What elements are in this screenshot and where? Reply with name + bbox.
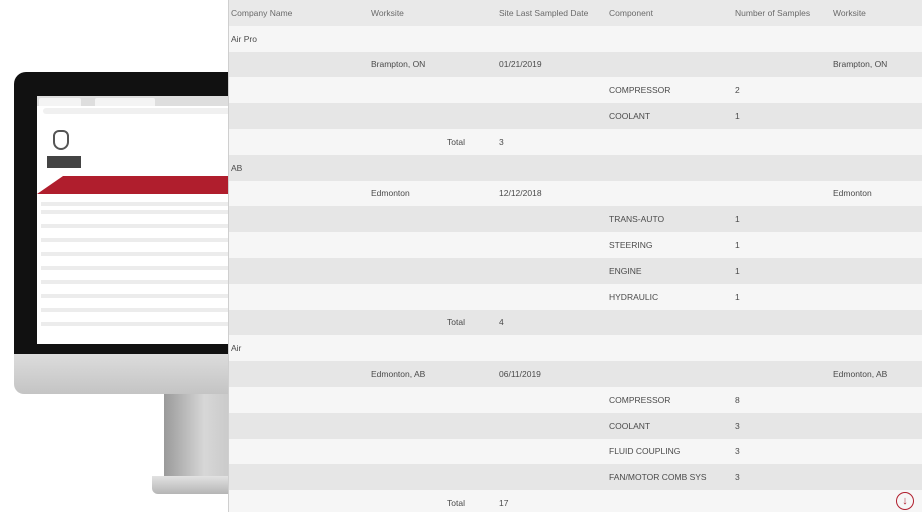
component-name-cell: STEERING <box>609 240 653 251</box>
mini-browser-tab <box>39 98 81 106</box>
total-value-cell: 4 <box>499 317 504 328</box>
worksite-cell-2: Brampton, ON <box>833 59 888 70</box>
monitor-chin <box>14 354 254 394</box>
monitor-screen-preview <box>37 96 254 344</box>
table-header-row: Company Name Worksite Site Last Sampled … <box>229 0 922 26</box>
company-row: Air <box>229 335 922 362</box>
download-icon[interactable]: ↓ <box>896 492 914 510</box>
mini-table-row <box>41 294 250 298</box>
total-value-cell: 3 <box>499 136 504 147</box>
component-name-cell: COMPRESSOR <box>609 394 671 405</box>
sample-count-cell: 1 <box>735 265 740 276</box>
sample-count-cell: 3 <box>735 446 740 457</box>
logo-wordmark <box>47 156 81 168</box>
total-row: Total 4 <box>229 309 922 336</box>
mini-browser-tab <box>95 98 155 106</box>
component-row: COOLANT 3 <box>229 412 922 439</box>
worksite-row: Edmonton, AB 06/11/2019 Edmonton, AB <box>229 361 922 387</box>
total-label-cell: Total <box>447 136 465 147</box>
company-row: AB <box>229 154 922 181</box>
component-row: TRANS-AUTO 1 <box>229 206 922 233</box>
component-name-cell: ENGINE <box>609 265 642 276</box>
brand-banner <box>37 176 254 194</box>
sample-count-cell: 2 <box>735 85 740 96</box>
monitor-mockup <box>14 72 254 512</box>
worksite-row: Edmonton 12/12/2018 Edmonton <box>229 180 922 207</box>
mini-table-row <box>41 202 250 206</box>
worksite-cell: Edmonton, AB <box>371 369 426 380</box>
component-row: COMPRESSOR 2 <box>229 77 922 104</box>
component-row: STEERING 1 <box>229 232 922 258</box>
sample-count-cell: 1 <box>735 291 740 302</box>
component-row: ENGINE 1 <box>229 257 922 284</box>
worksite-cell-2: Edmonton <box>833 188 872 199</box>
component-row: HYDRAULIC 1 <box>229 283 922 310</box>
mini-table-row <box>41 322 250 326</box>
sample-count-cell: 3 <box>735 472 740 483</box>
total-label-cell: Total <box>447 498 465 509</box>
worksite-row: Brampton, ON 01/21/2019 Brampton, ON <box>229 51 922 78</box>
mini-table-row <box>41 266 250 270</box>
mini-table-row <box>41 308 250 312</box>
sample-count-cell: 3 <box>735 420 740 431</box>
sample-date-cell: 06/11/2019 <box>499 369 541 380</box>
total-value-cell: 17 <box>499 498 509 509</box>
component-row: FLUID COUPLING 3 <box>229 438 922 465</box>
component-name-cell: FAN/MOTOR COMB SYS <box>609 472 707 483</box>
sample-date-cell: 12/12/2018 <box>499 188 542 199</box>
mini-table-row <box>41 238 250 242</box>
component-row: COMPRESSOR 8 <box>229 386 922 413</box>
company-name-cell: Air Pro <box>231 33 257 44</box>
company-name-cell: Air <box>231 343 242 354</box>
mini-table-row <box>41 210 250 214</box>
component-name-cell: COOLANT <box>609 111 651 122</box>
component-row: COOLANT 1 <box>229 103 922 129</box>
samples-table: Company Name Worksite Site Last Sampled … <box>228 0 922 512</box>
column-header-company[interactable]: Company Name <box>231 0 292 26</box>
company-row: Air Pro <box>229 25 922 52</box>
column-header-count[interactable]: Number of Samples <box>735 0 810 26</box>
column-header-date[interactable]: Site Last Sampled Date <box>499 0 588 26</box>
company-name-cell: AB <box>231 162 243 173</box>
mini-table-row <box>41 280 250 284</box>
column-header-component[interactable]: Component <box>609 0 653 26</box>
component-name-cell: COOLANT <box>609 420 651 431</box>
sample-count-cell: 8 <box>735 394 740 405</box>
mini-table-row <box>41 252 250 256</box>
worksite-cell-2: Edmonton, AB <box>833 369 888 380</box>
table-body: Air Pro Brampton, ON 01/21/2019 Brampton, O… <box>229 25 922 512</box>
component-row: FAN/MOTOR COMB SYS 3 <box>229 464 922 491</box>
sample-count-cell: 1 <box>735 214 740 225</box>
sample-count-cell: 1 <box>735 240 740 251</box>
mini-table-row <box>41 224 250 228</box>
column-header-worksite[interactable]: Worksite <box>371 0 404 26</box>
total-row: Total 17 <box>229 490 922 512</box>
component-name-cell: FLUID COUPLING <box>609 446 681 457</box>
component-name-cell: HYDRAULIC <box>609 291 659 302</box>
component-name-cell: TRANS-AUTO <box>609 214 665 225</box>
worksite-cell: Brampton, ON <box>371 59 426 70</box>
worksite-cell: Edmonton <box>371 188 410 199</box>
total-label-cell: Total <box>447 317 465 328</box>
column-header-worksite-2[interactable]: Worksite <box>833 0 866 26</box>
total-row: Total 3 <box>229 128 922 155</box>
bureau-veritas-logo <box>53 130 69 150</box>
sample-date-cell: 01/21/2019 <box>499 59 542 70</box>
component-name-cell: COMPRESSOR <box>609 85 671 96</box>
sample-count-cell: 1 <box>735 111 740 122</box>
mini-address-bar <box>43 108 248 114</box>
